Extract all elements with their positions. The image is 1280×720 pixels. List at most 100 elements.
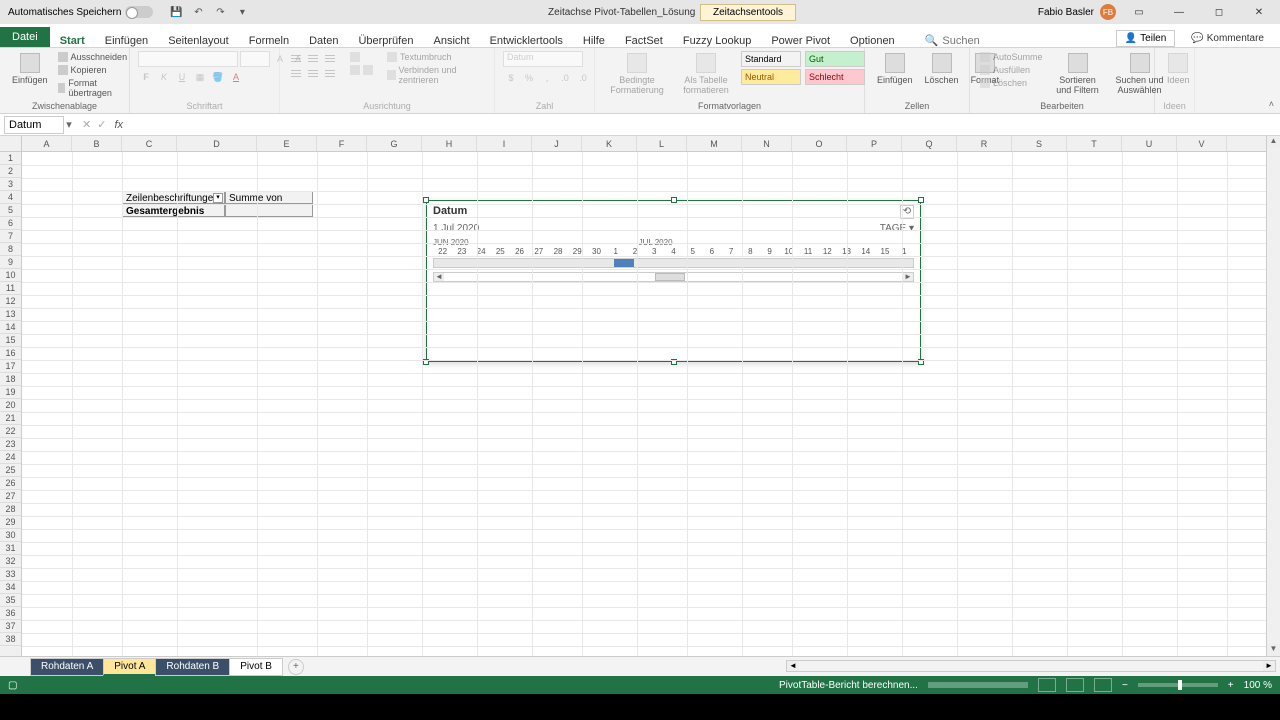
zoom-level[interactable]: 100 % xyxy=(1244,680,1272,691)
formula-input[interactable] xyxy=(129,116,1280,134)
row-header[interactable]: 24 xyxy=(0,451,21,464)
sheet-tab[interactable]: Rohdaten A xyxy=(30,658,104,676)
filter-dropdown-icon[interactable]: ▾ xyxy=(213,193,223,203)
row-header[interactable]: 38 xyxy=(0,633,21,646)
page-layout-view-icon[interactable] xyxy=(1066,678,1084,692)
redo-icon[interactable]: ↷ xyxy=(213,5,227,19)
format-as-table-button[interactable]: Als Tabelle formatieren xyxy=(675,51,737,97)
scroll-up-icon[interactable]: ▲ xyxy=(1267,136,1280,148)
fill-color-button[interactable]: 🪣 xyxy=(210,69,226,85)
row-header[interactable]: 6 xyxy=(0,217,21,230)
timeline-day[interactable]: 14 xyxy=(856,247,875,256)
column-header[interactable]: H xyxy=(422,136,477,151)
timeline-selection[interactable] xyxy=(614,259,634,267)
align-bottom-icon[interactable] xyxy=(322,51,338,65)
timeline-day[interactable]: 10 xyxy=(779,247,798,256)
row-header[interactable]: 25 xyxy=(0,464,21,477)
percent-icon[interactable]: % xyxy=(521,70,537,86)
sheet-tab[interactable]: Pivot B xyxy=(229,658,283,676)
row-header[interactable]: 18 xyxy=(0,373,21,386)
tell-me-search[interactable]: 🔍 xyxy=(925,34,1043,47)
timeline-day[interactable]: 4 xyxy=(664,247,683,256)
timeline-day[interactable]: 11 xyxy=(798,247,817,256)
italic-button[interactable]: K xyxy=(156,69,172,85)
resize-handle[interactable] xyxy=(671,197,677,203)
currency-icon[interactable]: $ xyxy=(503,70,519,86)
column-header[interactable]: P xyxy=(847,136,902,151)
row-header[interactable]: 15 xyxy=(0,334,21,347)
row-header[interactable]: 35 xyxy=(0,594,21,607)
resize-handle[interactable] xyxy=(918,197,924,203)
column-header[interactable]: A xyxy=(22,136,72,151)
autosum-button[interactable]: AutoSumme xyxy=(978,51,1045,63)
row-header[interactable]: 7 xyxy=(0,230,21,243)
scroll-down-icon[interactable]: ▼ xyxy=(1267,644,1280,656)
maximize-icon[interactable]: ◻ xyxy=(1202,0,1236,24)
row-header[interactable]: 30 xyxy=(0,529,21,542)
font-name-select[interactable] xyxy=(138,51,238,67)
timeline-day[interactable]: 28 xyxy=(548,247,567,256)
column-header[interactable]: B xyxy=(72,136,122,151)
underline-button[interactable]: U xyxy=(174,69,190,85)
ideas-button[interactable]: Ideen xyxy=(1163,51,1194,87)
ribbon-display-icon[interactable]: ▭ xyxy=(1122,0,1156,24)
spreadsheet-grid[interactable]: 1234567891011121314151617181920212223242… xyxy=(0,136,1280,656)
timeline-day[interactable]: 8 xyxy=(741,247,760,256)
row-header[interactable]: 19 xyxy=(0,386,21,399)
align-center-icon[interactable] xyxy=(305,66,321,80)
comma-icon[interactable]: , xyxy=(539,70,555,86)
style-standard[interactable]: Standard xyxy=(741,51,801,67)
vertical-scrollbar[interactable]: ▲ ▼ xyxy=(1266,136,1280,656)
delete-cells-button[interactable]: Löschen xyxy=(921,51,963,87)
toggle-switch[interactable] xyxy=(125,6,153,18)
increase-decimal-icon[interactable]: .0 xyxy=(557,70,573,86)
context-tab-timeline-tools[interactable]: Zeitachsentools xyxy=(700,4,796,21)
row-header[interactable]: 10 xyxy=(0,269,21,282)
column-header[interactable]: S xyxy=(1012,136,1067,151)
style-neutral[interactable]: Neutral xyxy=(741,69,801,85)
select-all-corner[interactable] xyxy=(0,136,21,152)
search-input[interactable] xyxy=(942,35,1042,47)
scroll-left-icon[interactable]: ◄ xyxy=(434,273,444,281)
column-header[interactable]: E xyxy=(257,136,317,151)
file-tab[interactable]: Datei xyxy=(0,27,50,47)
row-header[interactable]: 36 xyxy=(0,607,21,620)
record-macro-icon[interactable]: ▢ xyxy=(8,680,17,691)
column-header[interactable]: J xyxy=(532,136,582,151)
resize-handle[interactable] xyxy=(423,197,429,203)
wrap-text-button[interactable]: Textumbruch xyxy=(385,51,486,63)
merge-button[interactable]: Verbinden und zentrieren xyxy=(385,64,486,86)
row-header[interactable]: 9 xyxy=(0,256,21,269)
timeline-day[interactable]: 1 xyxy=(895,247,914,256)
save-icon[interactable]: 💾 xyxy=(169,5,183,19)
timeline-day[interactable]: 7 xyxy=(722,247,741,256)
timeline-day[interactable]: 23 xyxy=(452,247,471,256)
fill-button[interactable]: Ausfüllen xyxy=(978,64,1045,76)
sheet-tab[interactable]: Rohdaten B xyxy=(155,658,230,676)
font-color-button[interactable]: A xyxy=(228,69,244,85)
row-header[interactable]: 5 xyxy=(0,204,21,217)
close-icon[interactable]: ✕ xyxy=(1242,0,1276,24)
font-size-select[interactable] xyxy=(240,51,270,67)
autosave-toggle[interactable]: Automatisches Speichern xyxy=(0,6,161,18)
row-header[interactable]: 16 xyxy=(0,347,21,360)
format-painter-button[interactable]: Format übertragen xyxy=(56,77,130,99)
scroll-left-icon[interactable]: ◄ xyxy=(787,661,799,671)
timeline-day[interactable]: 12 xyxy=(818,247,837,256)
zoom-out-icon[interactable]: − xyxy=(1122,680,1128,691)
customize-qat-icon[interactable]: ▾ xyxy=(235,5,249,19)
column-header[interactable]: G xyxy=(367,136,422,151)
clear-button[interactable]: Löschen xyxy=(978,77,1045,89)
row-header[interactable]: 33 xyxy=(0,568,21,581)
timeline-day[interactable]: 26 xyxy=(510,247,529,256)
name-box[interactable]: Datum xyxy=(4,116,64,134)
border-button[interactable]: ▦ xyxy=(192,69,208,85)
zoom-in-icon[interactable]: + xyxy=(1228,680,1234,691)
column-header[interactable]: N xyxy=(742,136,792,151)
timeline-day[interactable]: 2 xyxy=(625,247,644,256)
row-header[interactable]: 32 xyxy=(0,555,21,568)
row-header[interactable]: 11 xyxy=(0,282,21,295)
row-header[interactable]: 31 xyxy=(0,542,21,555)
normal-view-icon[interactable] xyxy=(1038,678,1056,692)
timeline-level-select[interactable]: TAGE ▾ xyxy=(880,223,914,234)
